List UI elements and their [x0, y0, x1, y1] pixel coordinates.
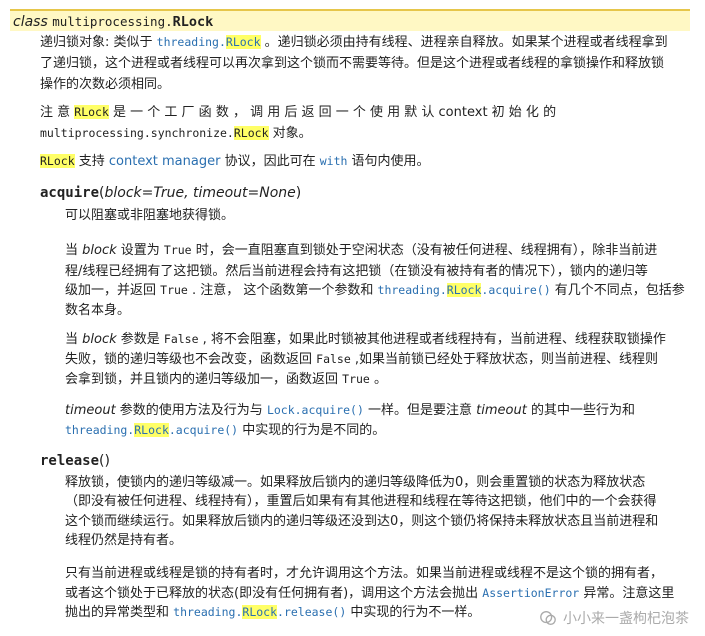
acquire-p4-line-1: timeout 参数的使用方法及行为与 Lock.acquire() 一样。但是…	[65, 403, 635, 418]
acquire-p2-line-4: 数名本身。	[65, 303, 131, 318]
note-line-1: 注 意 RLock 是 一 个 工 厂 函 数 ， 调 用 后 返 回 一 个 …	[40, 105, 557, 120]
acquire-signature: acquire(block=True, timeout=None)	[40, 185, 302, 201]
context-manager-line: RLock 支持 context manager 协议，因此可在 with 语句…	[40, 154, 430, 169]
desc-line-1: 递归锁对象: 类似于 threading.RLock 。递归锁必须由持有线程、进…	[40, 35, 668, 50]
release-p1-line-4: 线程仍然是持有者。	[65, 533, 183, 548]
lock-acquire-link[interactable]: Lock.acquire()	[267, 403, 364, 417]
desc-line-2: 了递归锁，这个进程或者线程可以再次拿到这个锁而不需要等待。但是这个进程或者线程的…	[40, 56, 665, 71]
class-keyword: class	[13, 14, 48, 30]
with-statement-link[interactable]: with	[320, 154, 348, 168]
class-name: RLock	[172, 14, 214, 30]
acquire-p4-line-2: threading.RLock.acquire() 中实现的行为是不同的。	[65, 423, 386, 438]
rlock-code: RLock	[74, 105, 109, 119]
threading-rlock-acquire-link-2[interactable]: threading.RLock.acquire()	[65, 423, 238, 437]
acquire-method-name: acquire	[40, 185, 100, 201]
acquire-p2-line-1: 当 block 设置为 True 时，会一直阻塞直到锁处于空闲状态（没有被任何进…	[65, 243, 658, 258]
release-p2-line-3: 抛出的异常类型和 threading.RLock.release() 中实现的行…	[65, 605, 481, 620]
acquire-p3-line-1: 当 block 参数是 False , 将不会阻塞，如果此时锁被其他进程或者线程…	[65, 332, 666, 347]
desc-line-3: 操作的次数必须相同。	[40, 77, 171, 92]
release-p2-line-2: 或者这个锁处于已释放的状态(即没有任何拥有者)，调用这个方法会抛出 Assert…	[65, 586, 675, 601]
threading-rlock-acquire-link[interactable]: threading.RLock.acquire()	[378, 283, 551, 297]
threading-rlock-link[interactable]: threading.RLock	[157, 35, 261, 49]
acquire-p2-line-2: 程/线程已经拥有了这把锁。然后当前进程会持有这把锁（在锁没有被持有者的情况下），…	[65, 264, 648, 279]
acquire-p1: 可以阻塞或非阻塞地获得锁。	[65, 208, 235, 223]
class-signature: class multiprocessing.RLock	[10, 9, 690, 31]
acquire-p3-line-2: 失败，锁的递归等级也不会改变，函数返回 False ,如果当前锁已经处于释放状态…	[65, 352, 659, 367]
wechat-icon	[540, 611, 556, 625]
acquire-p3-line-3: 会拿到锁，并且锁内的递归等级加一，函数返回 True 。	[65, 372, 387, 387]
assertion-error-link[interactable]: AssertionError	[482, 586, 579, 600]
release-p2-line-1: 只有当前进程或线程是锁的持有者时，才允许调用这个方法。如果当前进程或线程不是这个…	[65, 566, 664, 581]
release-method-name: release	[40, 453, 100, 469]
note-line-2: multiprocessing.synchronize.RLock 对象。	[40, 126, 312, 141]
watermark-text: 小小来一盏枸杞泡茶	[563, 611, 689, 627]
release-signature: release()	[40, 453, 110, 469]
module-prefix: multiprocessing.	[52, 14, 173, 29]
threading-rlock-release-link[interactable]: threading.RLock.release()	[173, 605, 346, 619]
watermark: 小小来一盏枸杞泡茶	[539, 608, 689, 628]
acquire-p2-line-3: 级加一，并返回 True . 注意， 这个函数第一个参数和 threading.…	[65, 283, 685, 298]
release-p1-line-2: （即没有被任何进程、线程持有），重置后如果有有其他进程和线程在等待这把锁，他们中…	[65, 494, 657, 509]
release-p1-line-1: 释放锁，使锁内的递归等级减一。如果释放后锁内的递归等级降低为0，则会重置锁的状态…	[65, 475, 646, 490]
release-p1-line-3: 这个锁而继续运行。如果释放后锁内的递归等级还没到达0，则这个锁仍将保持未释放状态…	[65, 514, 659, 529]
context-manager-link[interactable]: context manager	[109, 154, 221, 169]
